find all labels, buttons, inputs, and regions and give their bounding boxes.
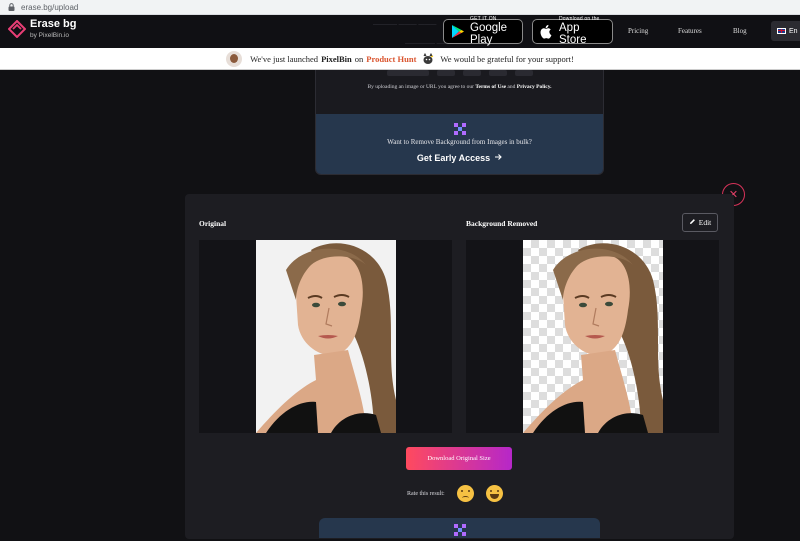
- nav-pricing[interactable]: Pricing: [628, 27, 648, 35]
- get-early-access-label: Get Early Access: [416, 153, 491, 163]
- browser-url-bar[interactable]: erase.bg/upload: [0, 0, 800, 15]
- brand-sub: by PixelBin.io: [30, 32, 70, 39]
- google-play-button[interactable]: GET IT ON Google Play: [443, 17, 523, 46]
- terms-and-text: and: [507, 84, 516, 90]
- obscured-text: ———— ——— ———: [373, 22, 437, 28]
- product-hunt-cat-icon: [422, 52, 434, 65]
- bulk-promo: Want to Remove Background from Images in…: [316, 114, 603, 174]
- obscured-format-chips: [316, 70, 603, 78]
- language-selector[interactable]: En: [771, 21, 800, 41]
- terms-notice: By uploading an image or URL you agree t…: [316, 84, 603, 90]
- results-panel: Original Background Removed Edit Downloa…: [185, 194, 734, 539]
- obscured-text: ————— ——: [405, 41, 449, 47]
- language-label: En: [789, 27, 798, 35]
- announcement-post: We would be grateful for your support!: [440, 53, 574, 64]
- announcement-pre: We've just launched: [250, 53, 319, 64]
- app-store-button[interactable]: Download on the App Store: [532, 17, 613, 46]
- pixelbin-icon: [453, 523, 466, 536]
- url-text: erase.bg/upload: [21, 2, 79, 12]
- terms-pre-text: By uploading an image or URL you agree t…: [367, 84, 474, 90]
- lock-icon: [8, 3, 15, 11]
- get-early-access-link[interactable]: Get Early Access: [417, 153, 502, 163]
- app-store-big-text: App Store: [559, 22, 587, 46]
- announcement-bar: We've just launched PixelBin on Product …: [0, 48, 800, 70]
- founder-avatar-icon: [226, 50, 243, 67]
- site-header: Erase bg by PixelBin.io ———— ——— ——— ———…: [0, 15, 800, 48]
- removed-photo: [523, 240, 663, 433]
- rate-label: Rate this result:: [407, 490, 445, 497]
- announcement-brand: PixelBin: [321, 53, 352, 64]
- privacy-policy-link[interactable]: Privacy Policy.: [517, 84, 552, 90]
- background-removed-label: Background Removed: [466, 219, 538, 228]
- upload-card: By uploading an image or URL you agree t…: [315, 70, 604, 175]
- brand-logo[interactable]: Erase bg by PixelBin.io: [7, 18, 77, 40]
- edit-button[interactable]: Edit: [682, 213, 718, 232]
- google-play-icon: [450, 24, 465, 39]
- original-image-panel: [199, 240, 452, 433]
- announcement-on: on: [354, 53, 364, 64]
- sad-face-icon[interactable]: [456, 485, 474, 502]
- happy-face-icon[interactable]: [485, 485, 503, 502]
- nav-blog[interactable]: Blog: [733, 27, 747, 35]
- removed-image-panel: [466, 240, 719, 433]
- product-hunt-link[interactable]: Product Hunt: [366, 54, 416, 64]
- google-play-big-text: Google Play: [470, 22, 508, 46]
- edit-label: Edit: [698, 218, 712, 227]
- bulk-promo-text: Want to Remove Background from Images in…: [387, 138, 532, 146]
- arrow-right-icon: [494, 153, 502, 163]
- original-label: Original: [199, 219, 227, 228]
- erase-bg-logo-icon: [7, 19, 27, 39]
- brand-name: Erase bg: [30, 18, 77, 30]
- rating-row: Rate this result:: [407, 485, 503, 502]
- download-original-size-button[interactable]: Download Original Size: [406, 447, 512, 470]
- terms-of-use-link[interactable]: Terms of Use: [475, 84, 506, 90]
- apple-icon: [539, 24, 554, 39]
- pencil-icon: [689, 218, 696, 227]
- pixelbin-icon: [453, 122, 466, 135]
- nav-features[interactable]: Features: [678, 27, 702, 35]
- bulk-promo-bottom: [319, 518, 600, 538]
- original-photo: [256, 240, 396, 433]
- uk-flag-icon: [777, 28, 786, 34]
